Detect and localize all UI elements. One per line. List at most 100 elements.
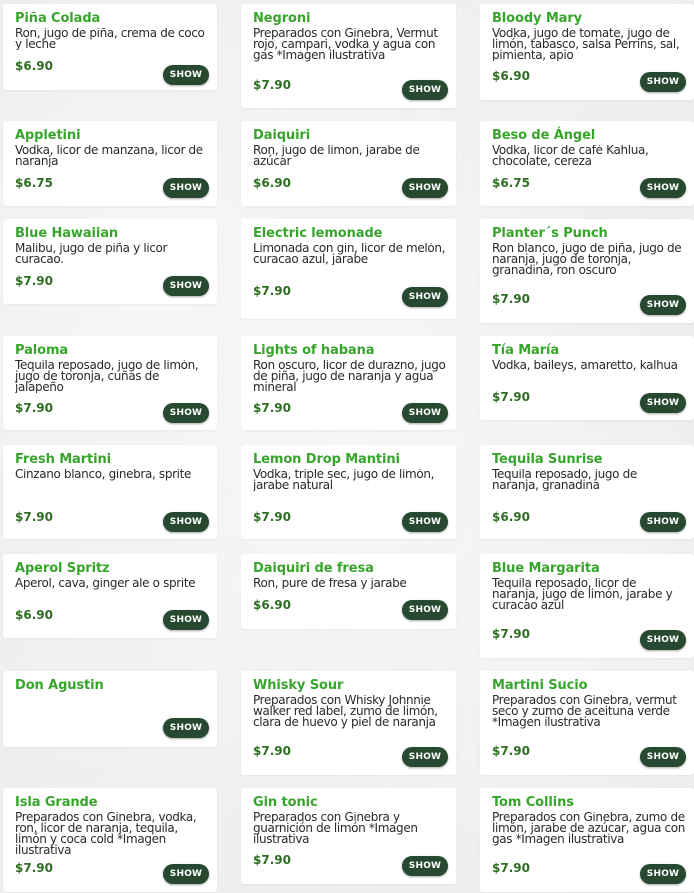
- show-button[interactable]: SHOW: [402, 600, 448, 620]
- item-price: $6.90: [15, 608, 53, 622]
- menu-item-card: Tequila Sunrise Tequila reposado, jugo d…: [480, 445, 694, 539]
- item-price: $7.90: [492, 292, 530, 306]
- show-button[interactable]: SHOW: [163, 276, 209, 296]
- menu-item-card: Fresh Martini Cinzano blanco, ginebra, s…: [3, 445, 217, 539]
- item-price: $7.90: [492, 861, 530, 875]
- item-name: Tía María: [492, 343, 560, 358]
- show-button[interactable]: SHOW: [640, 864, 686, 884]
- item-description: Malibu, jugo de piña y licor curacao.: [15, 243, 168, 265]
- item-description: Vodka, licor de manzana, licor de naranj…: [15, 145, 203, 167]
- item-name: Tequila Sunrise: [492, 452, 603, 467]
- show-button[interactable]: SHOW: [640, 393, 686, 413]
- menu-item-card: Aperol Spritz Aperol, cava, ginger ale o…: [3, 554, 217, 638]
- item-name: Daiquiri: [253, 128, 311, 143]
- item-name: Daiquiri de fresa: [253, 561, 374, 576]
- item-description: Cinzano blanco, ginebra, sprite: [15, 469, 192, 481]
- item-description: Ron, jugo de piña, crema de coco y leche: [15, 28, 205, 50]
- item-description: Preparados con Ginebra, vermut seco y zu…: [492, 695, 677, 729]
- item-price: $6.90: [492, 69, 530, 83]
- show-button[interactable]: SHOW: [163, 403, 209, 423]
- item-price: $7.90: [492, 744, 530, 758]
- show-button[interactable]: SHOW: [640, 178, 686, 198]
- menu-item-card: Gin tonic Preparados con Ginebra y guarn…: [241, 788, 456, 884]
- menu-item-card: Isla Grande Preparados con Ginebra, vodk…: [3, 788, 217, 892]
- item-price: $6.75: [15, 176, 53, 190]
- menu-item-card: Piña Colada Ron, jugo de piña, crema de …: [3, 4, 217, 90]
- item-name: Gin tonic: [253, 795, 318, 810]
- item-name: Fresh Martini: [15, 452, 111, 467]
- show-button[interactable]: SHOW: [640, 72, 686, 92]
- item-description: Vodka, triple sec, jugo de limón, jarabe…: [253, 469, 435, 491]
- item-description: Limonada con gin, licor de melón, curaca…: [253, 243, 446, 265]
- item-price: $7.90: [15, 861, 53, 875]
- item-description: Preparados con Ginebra, vodka, ron, lico…: [15, 812, 197, 856]
- item-name: Negroni: [253, 11, 311, 26]
- item-description: Ron blanco, jugo de piña, jugo de naranj…: [492, 243, 682, 277]
- menu-item-card: Paloma Tequila reposado, jugo de limón, …: [3, 336, 217, 430]
- item-price: $6.90: [492, 510, 530, 524]
- item-price: $7.90: [253, 284, 291, 298]
- menu-item-card: Bloody Mary Vodka, jugo de tomate, jugo …: [480, 4, 694, 100]
- menu-item-card: Daiquiri Ron, jugo de limon, jarabe de a…: [241, 121, 456, 206]
- item-price: $7.90: [15, 510, 53, 524]
- item-name: Blue Hawaiian: [15, 226, 119, 241]
- show-button[interactable]: SHOW: [163, 178, 209, 198]
- show-button[interactable]: SHOW: [163, 610, 209, 630]
- show-button[interactable]: SHOW: [163, 65, 209, 85]
- menu-item-card: Appletini Vodka, licor de manzana, licor…: [3, 121, 217, 206]
- menu-item-card: Lemon Drop Mantini Vodka, triple sec, ju…: [241, 445, 456, 539]
- item-name: Aperol Spritz: [15, 561, 110, 576]
- item-name: Blue Margarita: [492, 561, 600, 576]
- show-button[interactable]: SHOW: [402, 287, 448, 307]
- item-name: Don Agustin: [15, 678, 104, 693]
- item-price: $6.90: [253, 598, 291, 612]
- item-description: Vodka, baileys, amaretto, kalhua: [492, 360, 678, 372]
- menu-item-card: Tom Collins Preparados con Ginebra, zumo…: [480, 788, 694, 892]
- show-button[interactable]: SHOW: [640, 747, 686, 767]
- show-button[interactable]: SHOW: [640, 295, 686, 315]
- show-button[interactable]: SHOW: [163, 718, 209, 738]
- item-price: $7.90: [253, 78, 291, 92]
- show-button[interactable]: SHOW: [402, 856, 448, 876]
- menu-item-card: Blue Margarita Tequila reposado, licor d…: [480, 554, 694, 658]
- item-price: $6.75: [492, 176, 530, 190]
- menu-item-card: Planter´s Punch Ron blanco, jugo de piña…: [480, 219, 694, 323]
- item-price: $6.90: [253, 176, 291, 190]
- item-price: $7.90: [253, 401, 291, 415]
- item-name: Bloody Mary: [492, 11, 583, 26]
- menu-item-card: Martini Sucio Preparados con Ginebra, ve…: [480, 671, 694, 775]
- item-name: Beso de Ángel: [492, 128, 596, 143]
- item-description: Ron, pure de fresa y jarabe: [253, 578, 407, 589]
- show-button[interactable]: SHOW: [402, 403, 448, 423]
- item-price: $7.90: [253, 510, 291, 524]
- show-button[interactable]: SHOW: [640, 512, 686, 532]
- menu-item-card: Beso de Ángel Vodka, licor de café Kahlu…: [480, 121, 694, 206]
- show-button[interactable]: SHOW: [402, 178, 448, 198]
- show-button[interactable]: SHOW: [163, 512, 209, 532]
- item-price: $7.90: [15, 401, 53, 415]
- item-description: Tequila reposado, jugo de limón, jugo de…: [15, 360, 199, 393]
- menu-item-card: Lights of habana Ron oscuro, licor de du…: [241, 336, 456, 430]
- item-description: Ron, jugo de limon, jarabe de azúcar: [253, 145, 420, 167]
- menu-item-card: Don Agustin SHOW: [3, 671, 217, 747]
- item-name: Piña Colada: [15, 11, 101, 26]
- show-button[interactable]: SHOW: [402, 80, 448, 100]
- show-button[interactable]: SHOW: [402, 512, 448, 532]
- item-description: Tequila reposado, licor de naranja, jugo…: [492, 578, 673, 611]
- item-name: Martini Sucio: [492, 678, 588, 693]
- show-button[interactable]: SHOW: [402, 747, 448, 767]
- menu-item-card: Negroni Preparados con Ginebra, Vermut r…: [241, 4, 456, 108]
- item-description: Preparados con Whisky Johnnie walker red…: [253, 695, 438, 729]
- item-name: Appletini: [15, 128, 81, 143]
- item-description: Aperol, cava, ginger ale o sprite: [15, 578, 196, 590]
- item-description: Vodka, licor de café Kahlua, chocolate, …: [492, 145, 649, 167]
- item-price: $7.90: [492, 627, 530, 641]
- item-description: Preparados con Ginebra y guarnición de l…: [253, 812, 418, 845]
- show-button[interactable]: SHOW: [163, 864, 209, 884]
- item-name: Lemon Drop Mantini: [253, 452, 400, 467]
- menu-item-card: Tía María Vodka, baileys, amaretto, kalh…: [480, 336, 694, 420]
- show-button[interactable]: SHOW: [640, 630, 686, 650]
- item-name: Tom Collins: [492, 795, 574, 810]
- item-price: $7.90: [15, 274, 53, 288]
- item-price: $7.90: [253, 744, 291, 758]
